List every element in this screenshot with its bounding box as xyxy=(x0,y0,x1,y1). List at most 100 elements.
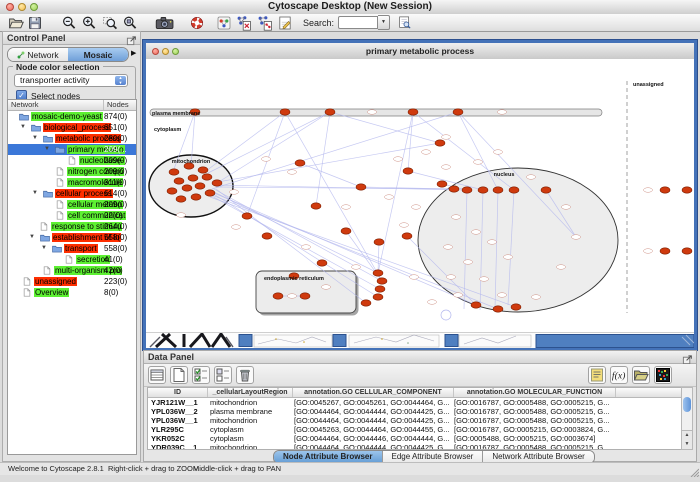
zoom-out-icon[interactable] xyxy=(61,15,77,31)
graph-node[interactable] xyxy=(317,260,327,266)
graph-node[interactable] xyxy=(195,183,205,189)
tree-row[interactable]: secretion41(0) xyxy=(8,254,136,265)
frame-close-icon[interactable] xyxy=(152,48,159,55)
graph-node[interactable] xyxy=(242,213,252,219)
tree-column-nodes[interactable]: Nodes xyxy=(104,100,136,110)
mosaic-icon[interactable] xyxy=(654,366,672,384)
tree-row[interactable]: ▼primary metabo209(... xyxy=(8,144,136,155)
tree-row[interactable]: ▼metabolic process280(0) xyxy=(8,133,136,144)
graph-node[interactable] xyxy=(493,187,503,193)
column-header[interactable]: annotation.GO MOLECULAR_FUNCTION xyxy=(454,388,616,397)
graph-node[interactable] xyxy=(403,168,413,174)
tree-row[interactable]: nucleobase-209(0) xyxy=(8,155,136,166)
float-data-panel-icon[interactable] xyxy=(682,352,693,363)
graph-node[interactable] xyxy=(373,294,383,300)
network-create-icon[interactable] xyxy=(236,15,252,31)
close-window-icon[interactable] xyxy=(6,3,14,11)
save-icon[interactable] xyxy=(27,15,43,31)
snapshot-icon[interactable] xyxy=(154,15,176,31)
graph-node[interactable] xyxy=(202,174,212,180)
graph-node[interactable] xyxy=(169,169,179,175)
graph-node[interactable] xyxy=(212,180,222,186)
search-options-icon[interactable] xyxy=(397,15,412,30)
tree-row[interactable]: nitrogen compo209(0) xyxy=(8,166,136,177)
tab-overflow-arrow-icon[interactable]: ▶ xyxy=(131,49,136,57)
graph-node[interactable] xyxy=(361,300,371,306)
graph-node[interactable] xyxy=(471,302,481,308)
help-icon[interactable] xyxy=(189,15,205,31)
new-attribute-icon[interactable] xyxy=(170,366,188,384)
frame-minimize-icon[interactable] xyxy=(162,48,169,55)
column-header[interactable]: _cellularLayoutRegion xyxy=(208,388,293,397)
graph-node[interactable] xyxy=(375,286,385,292)
table-row[interactable]: YPL036W__1mitochondrion[GO:0044464, GO:0… xyxy=(148,416,682,425)
tree-row[interactable]: ▼biological_process651(0) xyxy=(8,122,136,133)
network-window[interactable]: primary metabolic process plasma membran… xyxy=(143,40,697,350)
graph-node[interactable] xyxy=(541,187,551,193)
graph-node[interactable] xyxy=(356,184,366,190)
table-row[interactable]: YPL036W__2plasma membrane[GO:0044464, GO… xyxy=(148,407,682,416)
graph-node[interactable] xyxy=(176,196,186,202)
graph-node[interactable] xyxy=(341,228,351,234)
select-attributes-icon[interactable] xyxy=(192,366,210,384)
expand-arrow-icon[interactable]: ▼ xyxy=(30,188,40,199)
function-icon[interactable]: f(x) xyxy=(610,366,628,384)
scrollbar-thumb[interactable] xyxy=(683,397,691,412)
tree-row[interactable]: Overview8(0) xyxy=(8,287,136,298)
tree-row[interactable]: unassigned223(0) xyxy=(8,276,136,287)
graph-node[interactable] xyxy=(262,233,272,239)
zoom-selected-icon[interactable] xyxy=(102,15,118,31)
table-row[interactable]: YDR039C__1mitochondrion[GO:0044464, GO:0… xyxy=(148,443,682,450)
node-color-dropdown[interactable]: transporter activity ▲▼ xyxy=(14,74,128,87)
graph-node[interactable] xyxy=(167,188,177,194)
graph-node[interactable] xyxy=(682,187,692,193)
tree-column-network[interactable]: Network xyxy=(8,100,104,110)
column-header[interactable]: annotation.GO CELLULAR_COMPONENT xyxy=(293,388,454,397)
expand-arrow-icon[interactable]: ▼ xyxy=(18,122,28,133)
graph-node[interactable] xyxy=(660,187,670,193)
network-destroy-icon[interactable] xyxy=(257,15,273,31)
graph-node[interactable] xyxy=(449,186,459,192)
expand-arrow-icon[interactable]: ▼ xyxy=(30,133,40,144)
network-window-titlebar[interactable]: primary metabolic process xyxy=(146,43,694,60)
search-input[interactable] xyxy=(338,16,378,29)
tree-row[interactable]: cell communicat22(0) xyxy=(8,210,136,221)
table-row[interactable]: YLR295Ccytoplasm[GO:0045263, GO:0044464,… xyxy=(148,425,682,434)
frame-zoom-icon[interactable] xyxy=(172,48,179,55)
resize-grip-icon[interactable] xyxy=(689,464,699,474)
tree-row[interactable]: macromolecule311(0) xyxy=(8,177,136,188)
graph-node[interactable] xyxy=(509,187,519,193)
tree-row[interactable]: multi-organism pro42(0) xyxy=(8,265,136,276)
graph-node[interactable] xyxy=(311,203,321,209)
zoom-fit-icon[interactable] xyxy=(122,15,138,31)
tree-row[interactable]: mosaic-demo-yeast874(0) xyxy=(8,111,136,122)
vizmapper-icon[interactable] xyxy=(216,15,232,31)
tab-mosaic[interactable]: Mosaic xyxy=(68,48,128,61)
graph-node[interactable] xyxy=(511,304,521,310)
graph-node[interactable] xyxy=(273,293,283,299)
graph-node[interactable] xyxy=(435,140,445,146)
unselect-attributes-icon[interactable] xyxy=(214,366,232,384)
float-panel-icon[interactable] xyxy=(126,33,137,44)
tree-row[interactable]: ▼transport558(0) xyxy=(8,243,136,254)
graph-node[interactable] xyxy=(198,167,208,173)
expand-arrow-icon[interactable]: ▼ xyxy=(27,232,37,243)
graph-node[interactable] xyxy=(295,160,305,166)
expand-arrow-icon[interactable]: ▼ xyxy=(39,243,49,254)
graph-node[interactable] xyxy=(191,194,201,200)
tree-row[interactable]: ▼cellular process614(0) xyxy=(8,188,136,199)
graph-node[interactable] xyxy=(373,270,383,276)
graph-node[interactable] xyxy=(280,109,290,115)
graph-node[interactable] xyxy=(300,293,310,299)
scrollbar-arrows-icon[interactable]: ▲▼ xyxy=(682,430,692,449)
table-scrollbar[interactable]: ▲▼ xyxy=(681,387,693,450)
tree-row[interactable]: ▼establishment of lo558(0) xyxy=(8,232,136,243)
delete-attribute-icon[interactable] xyxy=(236,366,254,384)
table-row[interactable]: YJR121W__1mitochondrion[GO:0045267, GO:0… xyxy=(148,398,682,407)
graph-node[interactable] xyxy=(325,109,335,115)
import-icon[interactable] xyxy=(632,366,650,384)
graph-node[interactable] xyxy=(493,306,503,312)
graph-node[interactable] xyxy=(660,248,670,254)
zoom-window-icon[interactable] xyxy=(30,3,38,11)
search-dropdown-button[interactable]: ▼ xyxy=(378,15,390,30)
